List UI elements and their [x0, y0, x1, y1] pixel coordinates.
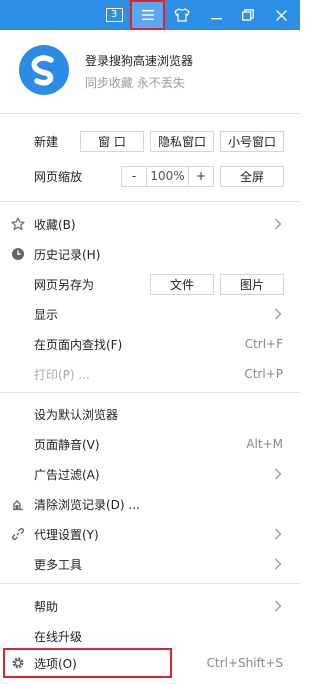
display-label: 显示 — [34, 307, 59, 322]
minimize-icon — [210, 17, 222, 19]
menu-item-find[interactable]: 在页面内查找(F) Ctrl+F — [0, 329, 300, 359]
print-label: 打印(P) ... — [34, 367, 90, 382]
restore-button[interactable] — [234, 0, 262, 30]
save-image-button[interactable]: 图片 — [220, 273, 284, 295]
menu-item-favorites[interactable]: 收藏(B) — [0, 209, 300, 239]
star-icon — [11, 217, 25, 230]
gear-icon — [12, 657, 24, 669]
options-label: 选项(O) — [34, 656, 77, 671]
chevron-right-icon — [275, 468, 282, 480]
link-icon — [11, 527, 25, 541]
proxy-label: 代理设置(Y) — [34, 527, 99, 542]
menu-item-options[interactable]: 选项(O) — [3, 648, 172, 678]
new-label: 新建 — [34, 134, 59, 149]
close-icon — [275, 9, 287, 21]
chevron-right-icon — [275, 600, 282, 612]
tab-count-button[interactable]: 3 — [103, 0, 125, 30]
clock-icon — [12, 248, 24, 260]
menu-item-save-as: 网页另存为 文件 图片 — [0, 269, 300, 299]
minimize-button[interactable] — [202, 0, 230, 30]
divider — [0, 392, 300, 393]
menu-item-clear-history[interactable]: 清除浏览记录(D) ... — [0, 489, 300, 519]
divider — [0, 201, 300, 202]
menu-item-more-tools[interactable]: 更多工具 — [0, 549, 300, 579]
menu-item-display[interactable]: 显示 — [0, 299, 300, 329]
find-shortcut: Ctrl+F — [244, 337, 283, 351]
eraser-icon — [13, 500, 23, 511]
menu-item-help[interactable]: 帮助 — [0, 591, 300, 621]
save-as-label: 网页另存为 — [34, 277, 95, 292]
chevron-right-icon — [275, 528, 282, 540]
menu-item-proxy[interactable]: 代理设置(Y) — [0, 519, 300, 549]
profile-section[interactable]: 登录搜狗高速浏览器 同步收藏 永不丢失 — [0, 30, 300, 110]
ad-filter-label: 广告过滤(A) — [34, 467, 100, 482]
mute-label: 页面静音(V) — [34, 437, 100, 452]
fullscreen-button[interactable]: 全屏 — [220, 165, 284, 187]
menu-icon — [141, 10, 154, 20]
set-default-label: 设为默认浏览器 — [34, 407, 119, 422]
menu-item-history[interactable]: 历史记录(H) — [0, 239, 300, 269]
clear-history-label: 清除浏览记录(D) ... — [34, 497, 140, 512]
zoom-label: 网页缩放 — [34, 169, 83, 184]
options-shortcut: Ctrl+Shift+S — [206, 656, 283, 670]
zoom-row: 网页缩放 - 100% + 全屏 — [0, 161, 300, 191]
skin-button[interactable] — [168, 0, 196, 30]
chevron-right-icon — [275, 558, 282, 570]
print-shortcut: Ctrl+P — [244, 367, 283, 381]
menu-button[interactable] — [130, 0, 165, 30]
new-window-row: 新建 窗 口 隐私窗口 小号窗口 — [0, 126, 300, 156]
history-label: 历史记录(H) — [34, 247, 101, 262]
chevron-right-icon — [275, 308, 282, 320]
sync-tagline: 同步收藏 永不丢失 — [85, 76, 185, 90]
title-bar: 3 — [0, 0, 300, 30]
menu-item-print[interactable]: 打印(P) ... Ctrl+P — [0, 359, 300, 389]
zoom-in-button[interactable]: + — [189, 167, 213, 186]
upgrade-label: 在线升级 — [34, 629, 83, 644]
restore-icon — [242, 9, 254, 21]
divider — [0, 113, 300, 114]
tab-count-badge: 3 — [105, 8, 123, 22]
menu-item-ad-filter[interactable]: 广告过滤(A) — [0, 459, 300, 489]
menu-item-set-default[interactable]: 设为默认浏览器 — [0, 399, 300, 429]
new-window-button[interactable]: 窗 口 — [80, 130, 144, 152]
private-window-button[interactable]: 隐私窗口 — [150, 130, 214, 152]
login-link[interactable]: 登录搜狗高速浏览器 — [85, 52, 193, 69]
chevron-right-icon — [275, 218, 282, 230]
mute-shortcut: Alt+M — [246, 437, 283, 451]
help-label: 帮助 — [34, 599, 59, 614]
more-tools-label: 更多工具 — [34, 557, 83, 572]
menu-item-mute[interactable]: 页面静音(V) Alt+M — [0, 429, 300, 459]
zoom-out-button[interactable]: - — [122, 166, 147, 186]
favorites-label: 收藏(B) — [34, 217, 76, 232]
zoom-control: - 100% + — [121, 165, 214, 187]
close-button[interactable] — [266, 0, 296, 30]
zoom-level: 100% — [147, 166, 189, 186]
sogou-logo-icon — [19, 45, 69, 95]
divider — [0, 583, 300, 584]
menu-item-upgrade[interactable]: 在线升级 — [0, 621, 300, 651]
small-window-button[interactable]: 小号窗口 — [220, 130, 284, 152]
save-file-button[interactable]: 文件 — [150, 273, 214, 295]
skin-icon — [174, 8, 190, 22]
find-label: 在页面内查找(F) — [34, 337, 123, 352]
